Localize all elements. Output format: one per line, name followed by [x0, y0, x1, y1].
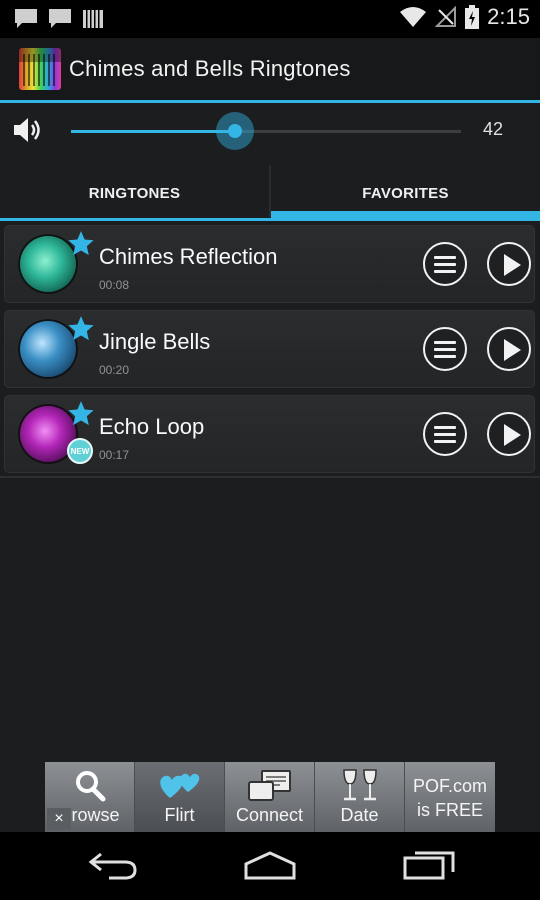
play-button[interactable] — [487, 412, 531, 456]
ad-pof-button[interactable]: POF.com is FREE — [405, 762, 495, 832]
volume-slider-fill — [71, 130, 235, 133]
back-icon[interactable] — [87, 850, 139, 880]
app-equalizer-icon[interactable] — [19, 48, 61, 90]
ad-connect-button[interactable]: Connect — [225, 762, 315, 832]
ad-flirt-label: Flirt — [164, 805, 195, 825]
menu-button[interactable] — [423, 412, 467, 456]
ad-pof-text: POF.com is FREE — [405, 774, 495, 822]
no-sim-icon — [435, 6, 457, 27]
list-item[interactable]: Jingle Bells 00:20 — [4, 310, 535, 388]
ad-connect-label: Connect — [235, 805, 304, 825]
ad-browse-button[interactable]: Browse × — [45, 762, 135, 832]
ringtone-duration: 00:08 — [99, 278, 130, 292]
barcode-icon — [83, 10, 103, 28]
play-button[interactable] — [487, 242, 531, 286]
menu-button[interactable] — [423, 242, 467, 286]
action-bar: Chimes and Bells Ringtones — [0, 38, 540, 100]
home-icon[interactable] — [242, 850, 298, 880]
menu-button[interactable] — [423, 327, 467, 371]
system-icons: 2:15 — [399, 4, 530, 30]
new-badge: NEW — [67, 438, 93, 464]
tab-selected-indicator — [271, 211, 540, 221]
ad-date-label: Date — [340, 805, 379, 825]
close-icon[interactable]: × — [47, 808, 71, 830]
tab-baseline — [0, 218, 271, 221]
ringtone-duration: 00:20 — [99, 363, 130, 377]
volume-control: 42 — [0, 103, 540, 165]
ad-date-button[interactable]: Date — [315, 762, 405, 832]
list-item[interactable]: Chimes Reflection 00:08 — [4, 225, 535, 303]
speaker-icon[interactable] — [12, 115, 46, 145]
magnifier-icon — [75, 771, 105, 802]
tab-ringtones[interactable]: RINGTONES — [0, 165, 269, 221]
volume-value: 42 — [483, 119, 504, 139]
app-title: Chimes and Bells Ringtones — [69, 56, 351, 81]
notification-icons — [14, 8, 104, 30]
play-button[interactable] — [487, 327, 531, 371]
chat-notification-icon — [15, 9, 37, 28]
favorite-star-icon[interactable] — [67, 400, 95, 428]
navigation-bar — [0, 832, 540, 900]
wine-glasses-icon — [342, 769, 377, 801]
list-item[interactable]: NEW Echo Loop 00:17 — [4, 395, 535, 473]
recent-apps-icon[interactable] — [403, 850, 455, 880]
volume-slider-thumb[interactable] — [215, 112, 254, 150]
ringtone-title: Chimes Reflection — [99, 244, 278, 269]
ad-pof-line2: is FREE — [416, 800, 483, 820]
hearts-icon — [159, 773, 199, 798]
favorite-star-icon[interactable] — [67, 230, 95, 258]
ad-banner[interactable]: Browse × Flirt Connect Date POF.com is F… — [45, 762, 495, 832]
battery-icon — [465, 5, 480, 29]
chat-notification-icon — [49, 9, 71, 28]
status-bar: 2:15 — [0, 0, 540, 38]
wifi-icon — [400, 7, 427, 27]
messages-icon — [247, 770, 291, 801]
list-divider — [0, 476, 540, 478]
ad-pof-line1: POF.com — [412, 776, 487, 796]
ringtone-title: Echo Loop — [99, 414, 205, 439]
volume-slider[interactable] — [71, 112, 461, 150]
ringtone-duration: 00:17 — [99, 448, 130, 462]
ringtone-title: Jingle Bells — [99, 329, 211, 354]
favorite-star-icon[interactable] — [67, 315, 95, 343]
clock: 2:15 — [487, 4, 530, 29]
ad-flirt-button[interactable]: Flirt — [135, 762, 225, 832]
